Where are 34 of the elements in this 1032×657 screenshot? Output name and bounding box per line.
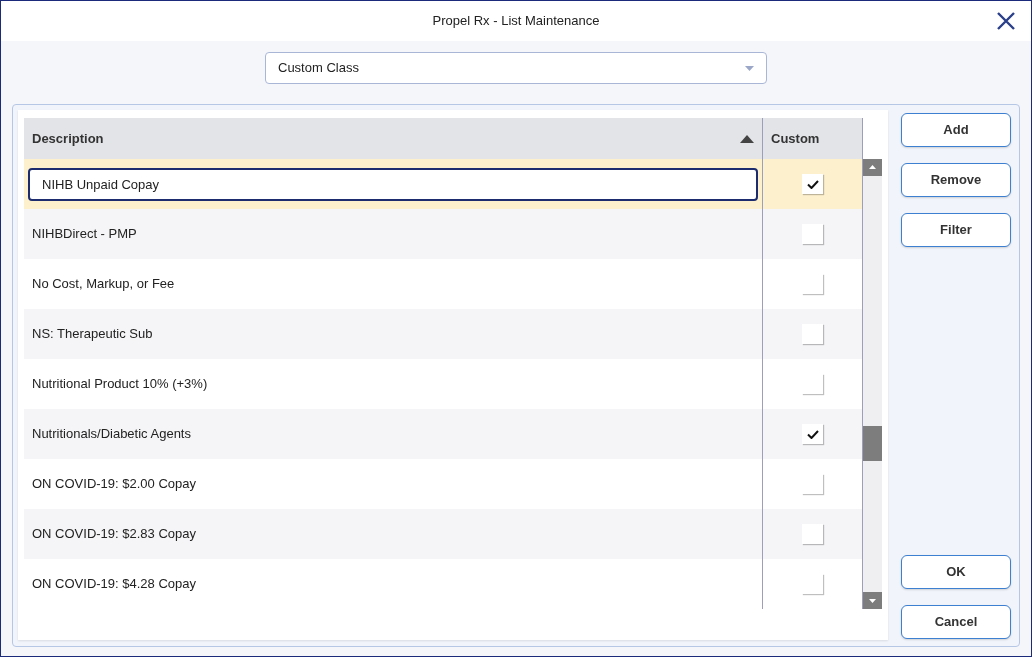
table-cell-text: NS: Therapeutic Sub bbox=[31, 325, 154, 344]
table-cell-text: ON COVID-19: $4.28 Copay bbox=[31, 575, 198, 594]
action-button[interactable]: Remove bbox=[901, 163, 1011, 197]
table-cell-text: ON COVID-19: $2.83 Copay bbox=[31, 525, 198, 544]
close-icon[interactable] bbox=[995, 10, 1017, 32]
table-row[interactable]: Nutritionals/Diabetic Agents bbox=[24, 409, 863, 459]
table-row[interactable]: ON COVID-19: $2.83 Copay bbox=[24, 509, 863, 559]
check-icon bbox=[806, 179, 819, 189]
table-cell-text: NIHBDirect - PMP bbox=[31, 225, 138, 244]
table-cell-text: Nutritional Product 10% (+3%) bbox=[31, 375, 209, 394]
checkbox[interactable] bbox=[802, 224, 823, 244]
checkbox[interactable] bbox=[802, 174, 823, 194]
table-cell-text: No Cost, Markup, or Fee bbox=[31, 275, 176, 294]
action-button[interactable]: Cancel bbox=[901, 605, 1011, 639]
table-row[interactable]: NIHBDirect - PMP bbox=[24, 209, 863, 259]
window-title: Propel Rx - List Maintenance bbox=[432, 12, 600, 31]
checkbox[interactable] bbox=[802, 424, 823, 444]
scrollbar-thumb[interactable] bbox=[863, 426, 882, 461]
table-row[interactable]: NIHB Unpaid Copay bbox=[24, 159, 863, 209]
table-cell-text: Nutritionals/Diabetic Agents bbox=[31, 425, 192, 444]
list-dropdown[interactable]: Custom Class bbox=[265, 52, 767, 84]
action-button[interactable]: OK bbox=[901, 555, 1011, 589]
table-row[interactable]: NS: Therapeutic Sub bbox=[24, 309, 863, 359]
checkbox[interactable] bbox=[802, 524, 823, 544]
scrollbar[interactable] bbox=[863, 159, 882, 609]
scroll-down-icon[interactable] bbox=[863, 592, 882, 609]
table-cell-text: ON COVID-19: $2.00 Copay bbox=[31, 475, 198, 494]
caret-icon bbox=[745, 65, 754, 71]
description-input[interactable]: NIHB Unpaid Copay bbox=[28, 167, 758, 201]
checkbox[interactable] bbox=[802, 324, 823, 344]
check-icon bbox=[806, 429, 819, 439]
action-button[interactable]: Filter bbox=[901, 213, 1011, 247]
scroll-up-icon[interactable] bbox=[863, 159, 882, 176]
action-button[interactable]: Add bbox=[901, 113, 1011, 147]
